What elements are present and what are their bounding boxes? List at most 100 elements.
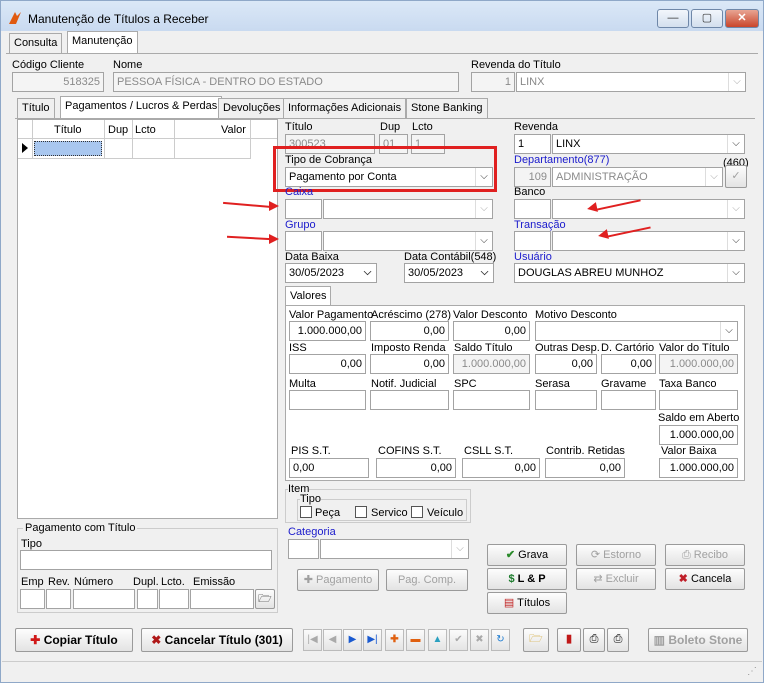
contrib-field[interactable]: 0,00 (545, 458, 625, 478)
titulos-button[interactable]: ▤ Títulos (487, 592, 567, 614)
delete-record-button[interactable]: ▬ (406, 629, 425, 651)
tab-devolucoes[interactable]: Devoluções (218, 98, 286, 118)
col-titulo[interactable]: Título (54, 124, 82, 136)
revenda-num-field[interactable]: 1 (514, 134, 551, 154)
numero-field[interactable] (73, 589, 135, 609)
tab-titulo[interactable]: Título (17, 98, 55, 118)
close-button[interactable]: ✕ (725, 9, 759, 28)
valor-desconto-field[interactable]: 0,00 (453, 321, 530, 341)
valor-pagamento-field[interactable]: 1.000.000,00 (289, 321, 366, 341)
print-preview-button[interactable]: ⎙ (583, 628, 605, 652)
emp-field[interactable] (20, 589, 45, 609)
copiar-titulo-button[interactable]: ✚ Copiar Título (15, 628, 133, 652)
transacao-num-field[interactable] (514, 231, 551, 251)
open-folder-button[interactable]: 🗁 (523, 628, 549, 652)
maximize-button[interactable]: ▢ (691, 9, 723, 28)
imposto-renda-field[interactable]: 0,00 (370, 354, 449, 374)
pag-comp-button[interactable]: Pag. Comp. (386, 569, 468, 591)
outras-desp-field[interactable]: 0,00 (535, 354, 597, 374)
grupo-num-field[interactable] (285, 231, 322, 251)
cancelar-titulo-button[interactable]: ✖ Cancelar Título (301) (141, 628, 293, 652)
revenda-titulo-num[interactable]: 1 (471, 72, 515, 92)
servico-checkbox[interactable] (355, 506, 367, 518)
tab-pagamentos[interactable]: Pagamentos / Lucros & Perdas (60, 96, 223, 118)
banco-num-field[interactable] (514, 199, 551, 219)
rev-field[interactable] (46, 589, 71, 609)
acrescimo-field[interactable]: 0,00 (370, 321, 449, 341)
saldo-titulo-field[interactable]: 1.000.000,00 (453, 354, 530, 374)
banco-select[interactable]: ⌵ (552, 199, 745, 219)
usuario-select[interactable]: DOUGLAS ABREU MUNHOZ ⌵ (514, 263, 745, 283)
last-record-button[interactable]: ▶| (363, 629, 382, 651)
csll-field[interactable]: 0,00 (462, 458, 540, 478)
cancel-record-button[interactable]: ✖ (470, 629, 489, 651)
veiculo-checkbox[interactable] (411, 506, 423, 518)
codigo-cliente-field[interactable]: 518325 (12, 72, 104, 92)
print-button[interactable]: ⎙ (607, 628, 629, 652)
pagamento-button[interactable]: ✚ Pagamento (297, 569, 379, 591)
multa-field[interactable] (289, 390, 366, 410)
departamento-select[interactable]: ADMINISTRAÇÃO ⌵ (552, 167, 723, 187)
data-baixa-picker[interactable]: 30/05/2023 ⌵ (285, 263, 377, 283)
estorno-button[interactable]: ⟳ Estorno (576, 544, 656, 566)
prior-record-button[interactable]: ◀ (323, 629, 342, 651)
tab-consulta[interactable]: Consulta (9, 33, 63, 53)
refresh-record-button[interactable]: ↻ (491, 629, 510, 651)
tab-manutencao[interactable]: Manutenção (67, 31, 138, 53)
gravame-field[interactable] (601, 390, 656, 410)
categoria-num-field[interactable] (288, 539, 319, 559)
revenda-select[interactable]: LINX ⌵ (552, 134, 745, 154)
serasa-field[interactable] (535, 390, 597, 410)
tipo-cobranca-select[interactable]: Pagamento por Conta ⌵ (285, 167, 493, 187)
lp-button[interactable]: $ L & P (487, 568, 567, 590)
notif-judicial-field[interactable] (370, 390, 449, 410)
boleto-stone-button[interactable]: ▥ Boleto Stone (648, 628, 748, 652)
revenda-titulo-select[interactable]: LINX ⌵ (516, 72, 746, 92)
tab-informacoes[interactable]: Informações Adicionais (283, 98, 407, 118)
excluir-button[interactable]: ⇄ Excluir (576, 568, 656, 590)
taxa-banco-field[interactable] (659, 390, 738, 410)
dupl-field[interactable] (137, 589, 158, 609)
tab-stone-banking[interactable]: Stone Banking (406, 98, 488, 118)
departamento-num-field[interactable]: 109 (514, 167, 551, 187)
d-cartorio-field[interactable]: 0,00 (601, 354, 656, 374)
iss-field[interactable]: 0,00 (289, 354, 366, 374)
cancela-button[interactable]: ✖ Cancela (665, 568, 745, 590)
valor-baixa-field[interactable]: 1.000.000,00 (659, 458, 738, 478)
tipo-field[interactable] (20, 550, 272, 570)
grava-button[interactable]: ✔ Grava (487, 544, 567, 566)
data-contabil-picker[interactable]: 30/05/2023 ⌵ (404, 263, 494, 283)
next-record-button[interactable]: ▶ (343, 629, 362, 651)
col-lcto[interactable]: Lcto (135, 124, 156, 136)
caixa-num-field[interactable] (285, 199, 322, 219)
categoria-select[interactable]: ⌵ (320, 539, 469, 559)
transacao-select[interactable]: ⌵ (552, 231, 745, 251)
folder-button[interactable]: 🗁 (255, 589, 275, 609)
nome-field[interactable]: PESSOA FÍSICA - DENTRO DO ESTADO (113, 72, 459, 92)
motivo-desconto-select[interactable]: ⌵ (535, 321, 738, 341)
edit-record-button[interactable]: ▲ (428, 629, 447, 651)
col-valor[interactable]: Valor (221, 124, 246, 136)
emissao-field[interactable] (190, 589, 254, 609)
grupo-select[interactable]: ⌵ (323, 231, 493, 251)
post-record-button[interactable]: ✔ (449, 629, 468, 651)
lcto-field[interactable] (159, 589, 189, 609)
saldo-aberto-field[interactable]: 1.000.000,00 (659, 425, 738, 445)
titulos-grid[interactable]: Título Dup Lcto Valor (17, 119, 278, 519)
caixa-select[interactable]: ⌵ (323, 199, 493, 219)
table-row[interactable] (34, 141, 102, 156)
valor-titulo-field[interactable]: 1.000.000,00 (659, 354, 738, 374)
tab-valores[interactable]: Valores (285, 286, 332, 306)
report-button[interactable]: ▮ (557, 628, 581, 652)
spc-field[interactable] (453, 390, 530, 410)
recibo-button[interactable]: ⎙ Recibo (665, 544, 745, 566)
first-record-button[interactable]: |◀ (303, 629, 322, 651)
insert-record-button[interactable]: ✚ (385, 629, 404, 651)
departamento-confirm-button[interactable]: ✓ (725, 165, 747, 188)
pis-field[interactable]: 0,00 (289, 458, 369, 478)
col-dup[interactable]: Dup (108, 124, 128, 136)
resize-grip-icon[interactable]: ⋰ (747, 666, 757, 677)
cofins-field[interactable]: 0,00 (376, 458, 456, 478)
peca-checkbox[interactable] (300, 506, 312, 518)
minimize-button[interactable]: — (657, 9, 689, 28)
